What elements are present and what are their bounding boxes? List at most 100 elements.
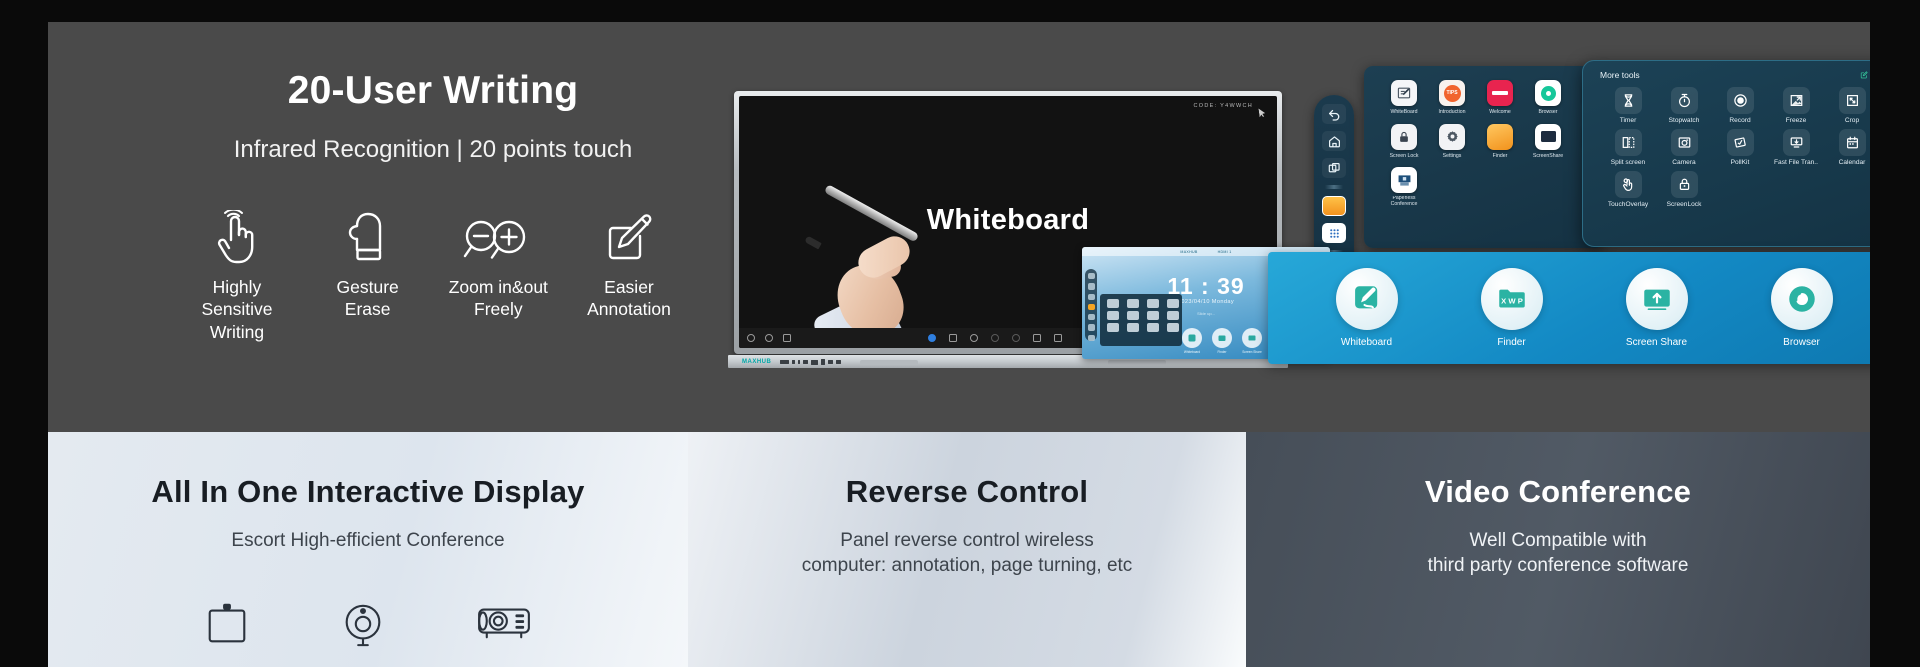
tool-item-camera[interactable]: Camera	[1656, 129, 1712, 166]
tips-icon: TIPS	[1439, 80, 1465, 106]
more-tools-panel[interactable]: More tools Edit Timer Stopwat	[1582, 60, 1870, 247]
app-item[interactable]: Screen Lock	[1380, 123, 1428, 160]
home-dock-item[interactable]: Finder	[1212, 328, 1232, 354]
rail-home-icon[interactable]	[1087, 283, 1095, 290]
finder-icon[interactable]	[1322, 195, 1346, 216]
tool-item-fast-file-transfer[interactable]: Fast File Tran..	[1768, 129, 1824, 166]
tool-item-pollkit[interactable]: PollKit	[1712, 129, 1768, 166]
tool-item-split-screen[interactable]: Split screen	[1600, 129, 1656, 166]
big-app-screen-share[interactable]: Screen Share	[1625, 268, 1688, 348]
tools-icon[interactable]	[1054, 334, 1062, 342]
home-screen-panel: MAXHUB HDMI 1 11 : 39 2023/04/10 Monday …	[1082, 247, 1870, 364]
tool-label: TouchOverlay	[1607, 201, 1649, 208]
panel-icon-row	[48, 600, 688, 648]
projector-icon	[473, 600, 535, 648]
tool-item-screenlock[interactable]: ScreenLock	[1656, 171, 1712, 208]
app-item[interactable]: ScreenShare	[1524, 123, 1572, 160]
app-label: Finder	[1492, 152, 1508, 159]
home-dock-label: Whiteboard	[1183, 350, 1201, 354]
home-side-dock[interactable]	[1085, 269, 1097, 341]
back-arrow-icon[interactable]	[1322, 104, 1346, 125]
app-item[interactable]: Paperless Conference	[1380, 167, 1428, 207]
bottom-panels: All In One Interactive Display Escort Hi…	[48, 432, 1870, 667]
file-transfer-icon	[1782, 129, 1810, 156]
tool-item-freeze[interactable]: Freeze	[1768, 87, 1824, 124]
screenlock-icon	[1670, 171, 1698, 198]
app-launcher-panel[interactable]: WhiteBoard TIPS Introduction Welcome Bro…	[1364, 66, 1609, 248]
app-item[interactable]: Finder	[1476, 123, 1524, 160]
record-icon	[1726, 87, 1754, 114]
eraser-icon[interactable]	[949, 334, 957, 342]
screenshare-icon	[1535, 123, 1561, 150]
tool-item-calendar[interactable]: Calendar	[1824, 129, 1870, 166]
big-app-label: Whiteboard	[1340, 337, 1393, 348]
rail-more-icon[interactable]	[1087, 334, 1095, 341]
multitask-icon[interactable]	[1322, 158, 1346, 179]
folder-icon	[1487, 123, 1513, 150]
screen-share-up-icon	[1625, 268, 1688, 330]
split-screen-icon	[1614, 129, 1642, 156]
big-app-browser[interactable]: Browser	[1770, 268, 1833, 348]
speaker-grille-left	[860, 359, 918, 365]
tool-label: Freeze	[1785, 117, 1807, 124]
home-dock-item[interactable]: Whiteboard	[1182, 328, 1202, 354]
panel-all-in-one-display: All In One Interactive Display Escort Hi…	[48, 432, 688, 667]
big-app-whiteboard[interactable]: Whiteboard	[1335, 268, 1398, 348]
rail-task-icon[interactable]	[1087, 293, 1095, 300]
tool-label: Timer	[1619, 117, 1637, 124]
hero-section: 20-User Writing Infrared Recognition | 2…	[48, 22, 1870, 432]
exit-icon[interactable]	[747, 334, 755, 342]
big-app-finder[interactable]: X W P Finder	[1480, 268, 1543, 348]
feature-label: Zoom in&out Freely	[448, 276, 548, 320]
tool-item-timer[interactable]: Timer	[1600, 87, 1656, 124]
rail-finder-icon[interactable]	[1087, 303, 1095, 311]
tool-item-stopwatch[interactable]: Stopwatch	[1656, 87, 1712, 124]
tool-item-record[interactable]: Record	[1712, 87, 1768, 124]
app-item[interactable]: Browser	[1524, 80, 1572, 116]
app-item[interactable]: WhiteBoard	[1380, 80, 1428, 116]
lock-icon	[1391, 123, 1417, 150]
browser-icon	[1535, 80, 1561, 106]
apps-grid-icon[interactable]	[1322, 223, 1346, 244]
home-icon[interactable]	[1322, 131, 1346, 152]
undo-icon[interactable]	[991, 334, 999, 342]
big-app-sheet[interactable]: Whiteboard X W P Finder Screen Share Bro…	[1268, 252, 1870, 364]
pen-icon[interactable]	[928, 334, 936, 342]
xwp-folder-icon: X W P	[1480, 268, 1543, 330]
home-dock-label: Finder	[1217, 350, 1227, 354]
home-app-menu[interactable]	[1100, 294, 1182, 346]
annotate-pen-icon	[568, 206, 690, 264]
app-label: Screen Lock	[1389, 152, 1419, 159]
app-label: WhiteBoard	[1390, 109, 1418, 115]
status-tag: MAXHUB	[1180, 249, 1198, 254]
tool-item-touch-overlay[interactable]: TouchOverlay	[1600, 171, 1656, 208]
gallery-icon[interactable]	[765, 334, 773, 342]
app-item[interactable]: TIPS Introduction	[1428, 80, 1476, 116]
rail-apps-icon[interactable]	[1087, 314, 1095, 321]
tool-label: Crop	[1844, 117, 1860, 124]
panel-reverse-control: Reverse Control Panel reverse control wi…	[688, 432, 1246, 667]
rail-pen-icon[interactable]	[1087, 324, 1095, 331]
select-icon[interactable]	[970, 334, 978, 342]
home-dock-item[interactable]: Screen Share	[1242, 328, 1262, 354]
zoom-in-out-icon	[437, 206, 559, 264]
feature-item-zoom: Zoom in&out Freely	[437, 206, 559, 343]
dock-divider	[1325, 185, 1343, 189]
whiteboard-icon	[1391, 80, 1417, 106]
insert-icon[interactable]	[1033, 334, 1041, 342]
feature-icon-row: Highly Sensitive Writing Gesture Erase Z…	[168, 206, 698, 343]
rail-back-icon[interactable]	[1087, 273, 1095, 280]
app-item[interactable]: Welcome	[1476, 80, 1524, 116]
tool-item-crop[interactable]: Crop	[1824, 87, 1870, 124]
calendar-icon	[1838, 129, 1866, 156]
app-label: Browser	[1538, 109, 1558, 115]
brand-logo: MAXHUB	[742, 358, 772, 365]
app-item[interactable]: Settings	[1428, 123, 1476, 160]
cursor-icon	[1258, 108, 1265, 118]
svg-text:X W P: X W P	[1501, 296, 1523, 305]
edit-button[interactable]: Edit	[1860, 71, 1870, 80]
big-app-label: Screen Share	[1625, 337, 1688, 348]
hero-subtitle: Infrared Recognition | 20 points touch	[233, 135, 633, 163]
note-icon[interactable]	[783, 334, 791, 342]
redo-icon[interactable]	[1012, 334, 1020, 342]
